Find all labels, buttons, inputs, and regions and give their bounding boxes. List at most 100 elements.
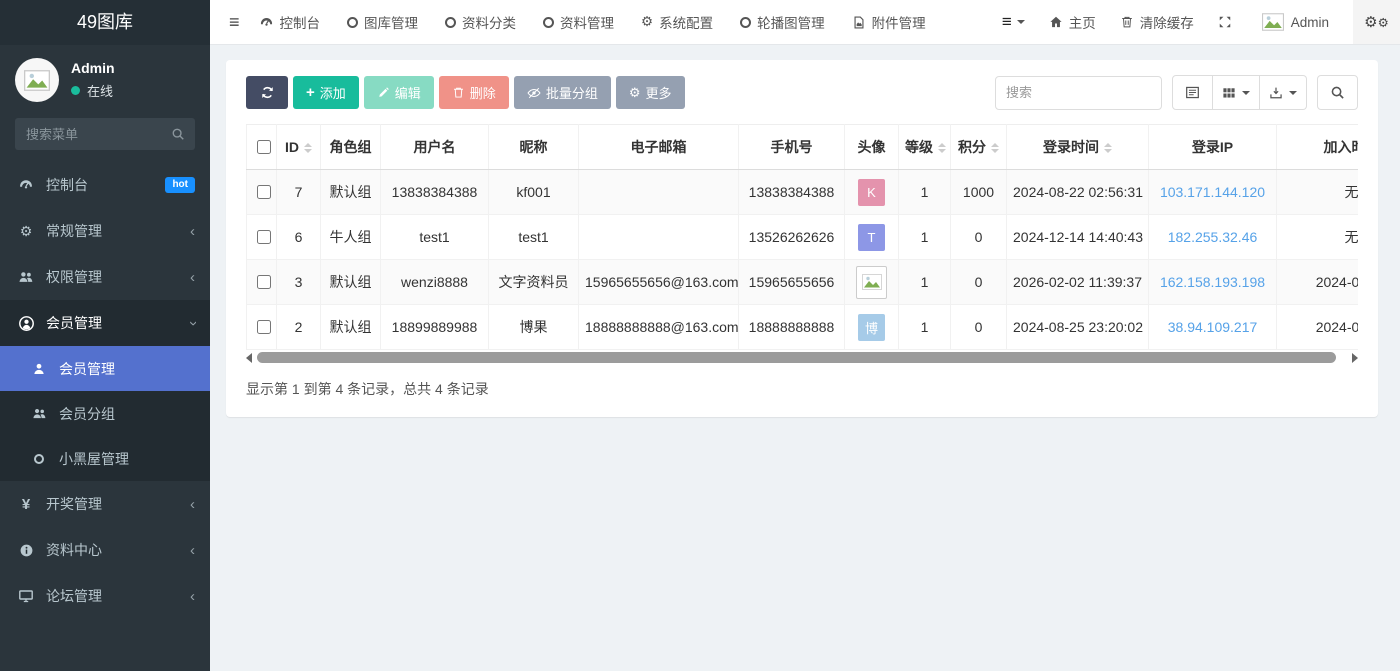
table-header-row: ID角色组用户名昵称电子邮箱手机号头像等级积分登录时间登录IP加入时间	[247, 125, 1359, 170]
sidebar-subitem-member-manage[interactable]: 会员管理	[0, 346, 210, 391]
circle-icon	[28, 454, 50, 464]
ip-link[interactable]: 103.171.144.120	[1160, 184, 1265, 200]
sort-icon[interactable]	[1104, 143, 1112, 153]
sidebar-subitem-blackhouse[interactable]: 小黑屋管理	[0, 436, 210, 481]
topnav-dashboard[interactable]: 控制台	[259, 12, 321, 32]
topnav-carousel[interactable]: 轮播图管理	[740, 12, 825, 32]
sidebar-search-input[interactable]	[15, 118, 195, 150]
broken-avatar	[856, 266, 887, 299]
scroll-left-arrow-icon[interactable]	[246, 353, 252, 363]
sidebar-item-dashboard[interactable]: 控制台 hot	[0, 162, 210, 208]
cell-login_time: 2024-08-25 23:20:02	[1007, 305, 1149, 350]
sidebar-item-member[interactable]: 会员管理 ‹	[0, 300, 210, 346]
hamburger-menu-icon[interactable]: ≡	[210, 12, 259, 33]
sidebar-item-general[interactable]: ⚙ 常规管理 ‹	[0, 208, 210, 254]
cell-id: 7	[277, 170, 321, 215]
sort-icon[interactable]	[938, 143, 946, 153]
topnav-label: 图库管理	[364, 12, 418, 32]
avatar-letter: 博	[858, 314, 885, 341]
column-header[interactable]: 等级	[899, 125, 951, 170]
topnav-sysconfig[interactable]: ⚙ 系统配置	[641, 12, 713, 32]
column-header[interactable]: ID	[277, 125, 321, 170]
sidebar-subitem-member-group[interactable]: 会员分组	[0, 391, 210, 436]
column-header[interactable]: 登录时间	[1007, 125, 1149, 170]
cell-group: 默认组	[321, 260, 381, 305]
clear-cache-button[interactable]: 清除缓存	[1120, 12, 1194, 32]
eye-slash-icon	[527, 86, 541, 100]
sidebar-item-auth[interactable]: 权限管理 ‹	[0, 254, 210, 300]
cell-nickname: 文字资料员	[489, 260, 579, 305]
gears-icon: ⚙⚙	[1364, 13, 1389, 31]
sidebar-item-forum[interactable]: 论坛管理 ‹	[0, 573, 210, 619]
column-header: 手机号	[739, 125, 845, 170]
more-label: 更多	[645, 83, 671, 102]
yen-icon: ¥	[15, 496, 37, 513]
ip-link[interactable]: 162.158.193.198	[1160, 274, 1265, 290]
gears-icon: ⚙	[15, 223, 37, 240]
user-status[interactable]: 在线	[71, 81, 115, 100]
toggle-view-button[interactable]	[1172, 75, 1213, 110]
settings-gears-button[interactable]: ⚙⚙	[1353, 0, 1400, 44]
search-submit-button[interactable]	[1317, 75, 1358, 110]
cell-level: 1	[899, 215, 951, 260]
sidebar-item-lottery[interactable]: ¥ 开奖管理 ‹	[0, 481, 210, 527]
table-row[interactable]: 3默认组wenzi8888文字资料员15965655656@163.com159…	[247, 260, 1359, 305]
toolbar: + 添加 编辑 删除 批量分组 ⚙	[246, 75, 1358, 110]
sidebar-item-label: 开奖管理	[46, 494, 190, 514]
scrollbar-thumb[interactable]	[257, 352, 1336, 363]
ip-link[interactable]: 38.94.109.217	[1168, 319, 1258, 335]
scrollbar-track[interactable]	[257, 352, 1347, 363]
sidebar-submenu: 会员管理 会员分组 小黑屋管理	[0, 346, 210, 481]
fullscreen-icon	[1218, 15, 1232, 29]
sidebar-item-label: 会员管理	[59, 359, 195, 379]
add-button[interactable]: + 添加	[293, 76, 359, 109]
table-row[interactable]: 2默认组18899889988博果18888888888@163.com1888…	[247, 305, 1359, 350]
home-label: 主页	[1069, 12, 1096, 32]
fullscreen-button[interactable]	[1218, 15, 1238, 29]
horizontal-scrollbar[interactable]	[246, 351, 1358, 364]
scroll-right-arrow-icon[interactable]	[1352, 353, 1358, 363]
clear-cache-label: 清除缓存	[1140, 12, 1194, 32]
sort-icon[interactable]	[304, 143, 312, 153]
row-checkbox[interactable]	[257, 275, 271, 289]
tabs-list-dropdown[interactable]: ≡	[1002, 12, 1025, 32]
ip-link[interactable]: 182.255.32.46	[1168, 229, 1258, 245]
topnav-gallery[interactable]: 图库管理	[347, 12, 418, 32]
column-header[interactable]: 积分	[951, 125, 1007, 170]
column-header: 电子邮箱	[579, 125, 739, 170]
pagination-summary: 显示第 1 到第 4 条记录，总共 4 条记录	[246, 379, 1358, 399]
sidebar-item-datacenter[interactable]: 资料中心 ‹	[0, 527, 210, 573]
columns-button[interactable]	[1213, 75, 1260, 110]
chevron-left-icon: ‹	[190, 224, 195, 239]
add-label: 添加	[320, 83, 346, 102]
sort-icon[interactable]	[991, 143, 999, 153]
topnav-data[interactable]: 资料管理	[543, 12, 614, 32]
row-checkbox[interactable]	[257, 320, 271, 334]
topnav-attachment[interactable]: 附件管理	[852, 12, 926, 32]
cell-id: 2	[277, 305, 321, 350]
row-checkbox[interactable]	[257, 230, 271, 244]
chevron-left-icon: ‹	[190, 589, 195, 604]
batch-group-button[interactable]: 批量分组	[514, 76, 611, 109]
chevron-left-icon: ‹	[190, 270, 195, 285]
export-button[interactable]	[1260, 75, 1307, 110]
row-checkbox[interactable]	[257, 185, 271, 199]
columns-grid-icon	[1222, 86, 1236, 100]
topnav-category[interactable]: 资料分类	[445, 12, 516, 32]
table-row[interactable]: 7默认组13838384388kf00113838384388K11000202…	[247, 170, 1359, 215]
table-search-input[interactable]	[995, 76, 1162, 110]
cell-group: 牛人组	[321, 215, 381, 260]
select-all-checkbox[interactable]	[257, 140, 271, 154]
refresh-button[interactable]	[246, 76, 288, 109]
app-logo[interactable]: 49图库	[0, 0, 210, 45]
home-button[interactable]: 主页	[1049, 12, 1096, 32]
admin-profile[interactable]: Admin	[1262, 13, 1329, 31]
search-icon	[1330, 85, 1345, 100]
more-button[interactable]: ⚙ 更多	[616, 76, 685, 109]
delete-button[interactable]: 删除	[439, 76, 509, 109]
cell-score: 0	[951, 305, 1007, 350]
edit-button[interactable]: 编辑	[364, 76, 434, 109]
table-row[interactable]: 6牛人组test1test113526262626T102024-12-14 1…	[247, 215, 1359, 260]
table-search	[995, 76, 1162, 110]
edit-label: 编辑	[395, 83, 421, 102]
